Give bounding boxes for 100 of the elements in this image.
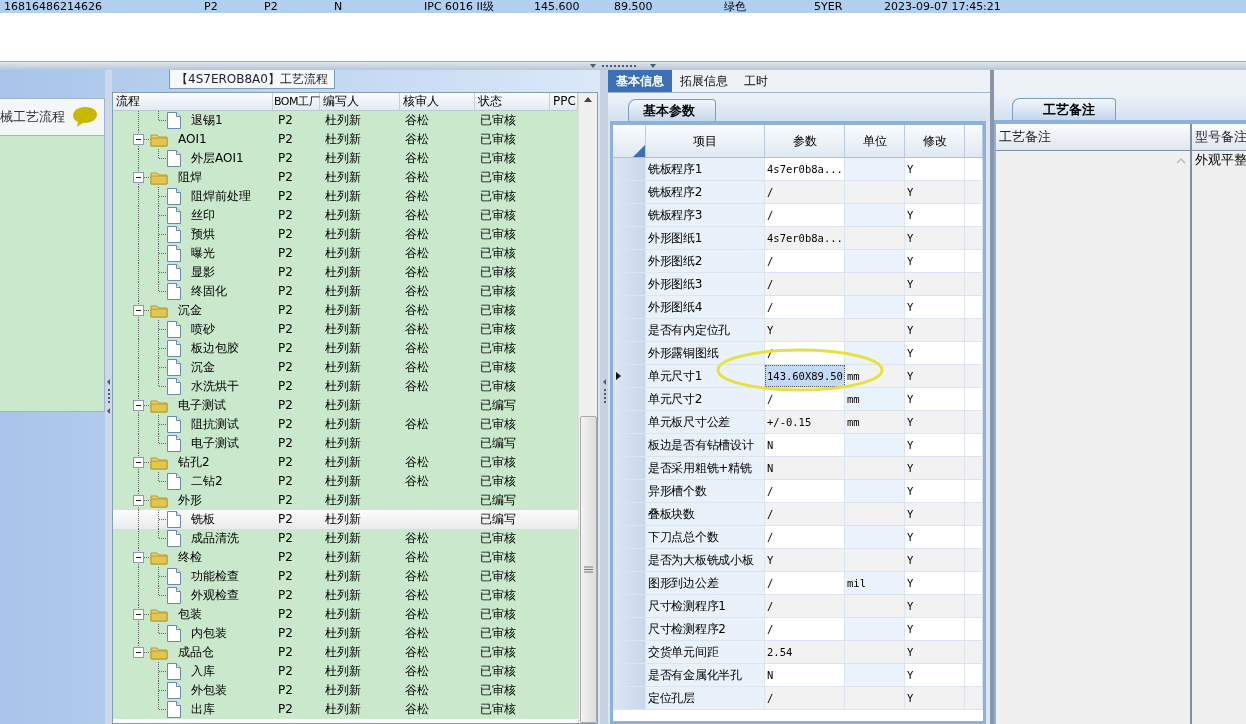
- collapse-toggle[interactable]: [133, 495, 144, 506]
- column-header[interactable]: 工艺备注: [996, 124, 1192, 150]
- table-row[interactable]: 是否有内定位孔 Y Y: [613, 319, 983, 342]
- table-cell[interactable]: /: [765, 526, 845, 548]
- table-cell[interactable]: 143.60X89.50: [765, 365, 845, 387]
- table-cell[interactable]: /: [765, 618, 845, 640]
- table-cell[interactable]: /: [765, 503, 845, 525]
- tree-row[interactable]: 预烘 P2 杜列新 谷松 已审核: [113, 225, 578, 244]
- table-cell[interactable]: /: [765, 480, 845, 502]
- tree-row[interactable]: 沉金 P2 杜列新 谷松 已审核: [113, 358, 578, 377]
- table-row[interactable]: 是否有金属化半孔 N Y: [613, 664, 983, 687]
- collapse-toggle[interactable]: [133, 172, 144, 183]
- tree-row[interactable]: 电子测试 P2 杜列新 已编写: [113, 434, 578, 453]
- table-cell[interactable]: +/-0.15: [765, 411, 845, 433]
- tree-row[interactable]: 阻焊 P2 杜列新 谷松 已审核: [113, 168, 578, 187]
- table-row[interactable]: 定位孔层 / Y: [613, 687, 983, 710]
- tree-row[interactable]: 二钻2 P2 杜列新 谷松 已审核: [113, 472, 578, 491]
- table-cell[interactable]: Y: [765, 549, 845, 571]
- tree-row[interactable]: 外观检查 P2 杜列新 谷松 已审核: [113, 586, 578, 605]
- tree-row[interactable]: 曝光 P2 杜列新 谷松 已审核: [113, 244, 578, 263]
- tree-row[interactable]: 板边包胶 P2 杜列新 谷松 已审核: [113, 339, 578, 358]
- table-row[interactable]: 铣板程序1 4s7er0b8a... Y: [613, 158, 983, 181]
- column-header[interactable]: 项目: [646, 125, 765, 157]
- table-row[interactable]: 叠板块数 / Y: [613, 503, 983, 526]
- table-row[interactable]: 尺寸检测程序1 / Y: [613, 595, 983, 618]
- table-row[interactable]: 是否为大板铣成小板 Y Y: [613, 549, 983, 572]
- scrollbar-thumb[interactable]: [579, 416, 597, 723]
- table-cell[interactable]: /: [765, 572, 845, 594]
- column-header[interactable]: 型号备注: [1192, 124, 1246, 150]
- table-cell[interactable]: /: [765, 181, 845, 203]
- table-row[interactable]: 下刀点总个数 / Y: [613, 526, 983, 549]
- table-cell[interactable]: /: [765, 296, 845, 318]
- table-cell[interactable]: 4s7er0b8a...: [765, 158, 845, 180]
- column-header[interactable]: 修改: [905, 125, 965, 157]
- tree-row[interactable]: 成品清洗 P2 杜列新 谷松 已审核: [113, 529, 578, 548]
- column-header[interactable]: 流程: [113, 93, 273, 110]
- collapse-toggle[interactable]: [133, 457, 144, 468]
- column-header[interactable]: BOM工厂: [273, 93, 320, 110]
- table-cell[interactable]: /: [765, 250, 845, 272]
- tree-row[interactable]: 钻孔2 P2 杜列新 谷松 已审核: [113, 453, 578, 472]
- tab[interactable]: 基本信息: [608, 70, 672, 92]
- tree-row[interactable]: 外形 P2 杜列新 已编写: [113, 491, 578, 510]
- table-row[interactable]: 外形图纸1 4s7er0b8a... Y: [613, 227, 983, 250]
- tree-row[interactable]: 阻焊前处理 P2 杜列新 谷松 已审核: [113, 187, 578, 206]
- table-row[interactable]: 单元尺寸1 143.60X89.50 mm Y: [613, 365, 983, 388]
- collapse-toggle[interactable]: [133, 400, 144, 411]
- table-cell[interactable]: N: [765, 664, 845, 686]
- table-row[interactable]: 单元尺寸2 / mm Y: [613, 388, 983, 411]
- table-row[interactable]: 单元板尺寸公差 +/-0.15 mm Y: [613, 411, 983, 434]
- table-row[interactable]: 异形槽个数 / Y: [613, 480, 983, 503]
- table-cell[interactable]: 4s7er0b8a...: [765, 227, 845, 249]
- column-header[interactable]: 状态: [475, 93, 550, 110]
- row-header[interactable]: [613, 365, 646, 387]
- tree-row[interactable]: 内包装 P2 杜列新 谷松 已审核: [113, 624, 578, 643]
- tree-row[interactable]: 阻抗测试 P2 杜列新 谷松 已审核: [113, 415, 578, 434]
- tree-row[interactable]: 成品仓 P2 杜列新 谷松 已审核: [113, 643, 578, 662]
- table-row[interactable]: 是否采用粗铣+精铣 N Y: [613, 457, 983, 480]
- table-row[interactable]: 尺寸检测程序2 / Y: [613, 618, 983, 641]
- tab[interactable]: 拓展信息: [672, 70, 736, 92]
- tree-row[interactable]: 外层AOI1 P2 杜列新 谷松 已审核: [113, 149, 578, 168]
- collapse-toggle[interactable]: [133, 305, 144, 316]
- tree-row[interactable]: 入库 P2 杜列新 谷松 已审核: [113, 662, 578, 681]
- tree-row[interactable]: 终固化 P2 杜列新 谷松 已审核: [113, 282, 578, 301]
- table-cell[interactable]: /: [765, 204, 845, 226]
- tree-row[interactable]: 水洗烘干 P2 杜列新 谷松 已审核: [113, 377, 578, 396]
- tree-row[interactable]: 丝印 P2 杜列新 谷松 已审核: [113, 206, 578, 225]
- section-tab[interactable]: 基本参数: [628, 99, 716, 121]
- tree-row[interactable]: 出库 P2 杜列新 谷松 已审核: [113, 700, 578, 719]
- tree-row[interactable]: 终检 P2 杜列新 谷松 已审核: [113, 548, 578, 567]
- tree-row[interactable]: 显影 P2 杜列新 谷松 已审核: [113, 263, 578, 282]
- table-row[interactable]: 交货单元间距 2.54 Y: [613, 641, 983, 664]
- table-cell[interactable]: N: [765, 457, 845, 479]
- table-cell[interactable]: /: [765, 687, 845, 709]
- table-row[interactable]: 铣板程序2 / Y: [613, 181, 983, 204]
- collapse-toggle[interactable]: [133, 647, 144, 658]
- tree-row[interactable]: 功能检查 P2 杜列新 谷松 已审核: [113, 567, 578, 586]
- tree-row[interactable]: AOI1 P2 杜列新 谷松 已审核: [113, 130, 578, 149]
- column-header[interactable]: 单位: [845, 125, 905, 157]
- collapse-toggle[interactable]: [133, 552, 144, 563]
- collapse-toggle[interactable]: [133, 609, 144, 620]
- table-cell[interactable]: N: [765, 434, 845, 456]
- table-cell[interactable]: /: [765, 595, 845, 617]
- section-tab[interactable]: 工艺备注: [1012, 98, 1116, 120]
- table-row[interactable]: 图形到边公差 / mil Y: [613, 572, 983, 595]
- tree-row[interactable]: 铣板 P2 杜列新 已编写: [113, 510, 578, 529]
- tree-row[interactable]: 电子测试 P2 杜列新 已编写: [113, 396, 578, 415]
- tree-row[interactable]: 沉金 P2 杜列新 谷松 已审核: [113, 301, 578, 320]
- table-cell[interactable]: Y: [765, 319, 845, 341]
- table-row[interactable]: 外形图纸2 / Y: [613, 250, 983, 273]
- tree-row[interactable]: 外包装 P2 杜列新 谷松 已审核: [113, 681, 578, 700]
- table-cell[interactable]: /: [765, 388, 845, 410]
- tree-row[interactable]: 退锡1 P2 杜列新 谷松 已审核: [113, 111, 578, 130]
- table-row[interactable]: 外形图纸4 / Y: [613, 296, 983, 319]
- column-header[interactable]: 核审人: [400, 93, 475, 110]
- collapse-toggle[interactable]: [133, 134, 144, 145]
- tree-row[interactable]: 喷砂 P2 杜列新 谷松 已审核: [113, 320, 578, 339]
- table-row[interactable]: 板边是否有钻槽设计 N Y: [613, 434, 983, 457]
- column-header[interactable]: 参数: [765, 125, 845, 157]
- table-row[interactable]: 外形图纸3 / Y: [613, 273, 983, 296]
- tree-row[interactable]: 包装 P2 杜列新 谷松 已审核: [113, 605, 578, 624]
